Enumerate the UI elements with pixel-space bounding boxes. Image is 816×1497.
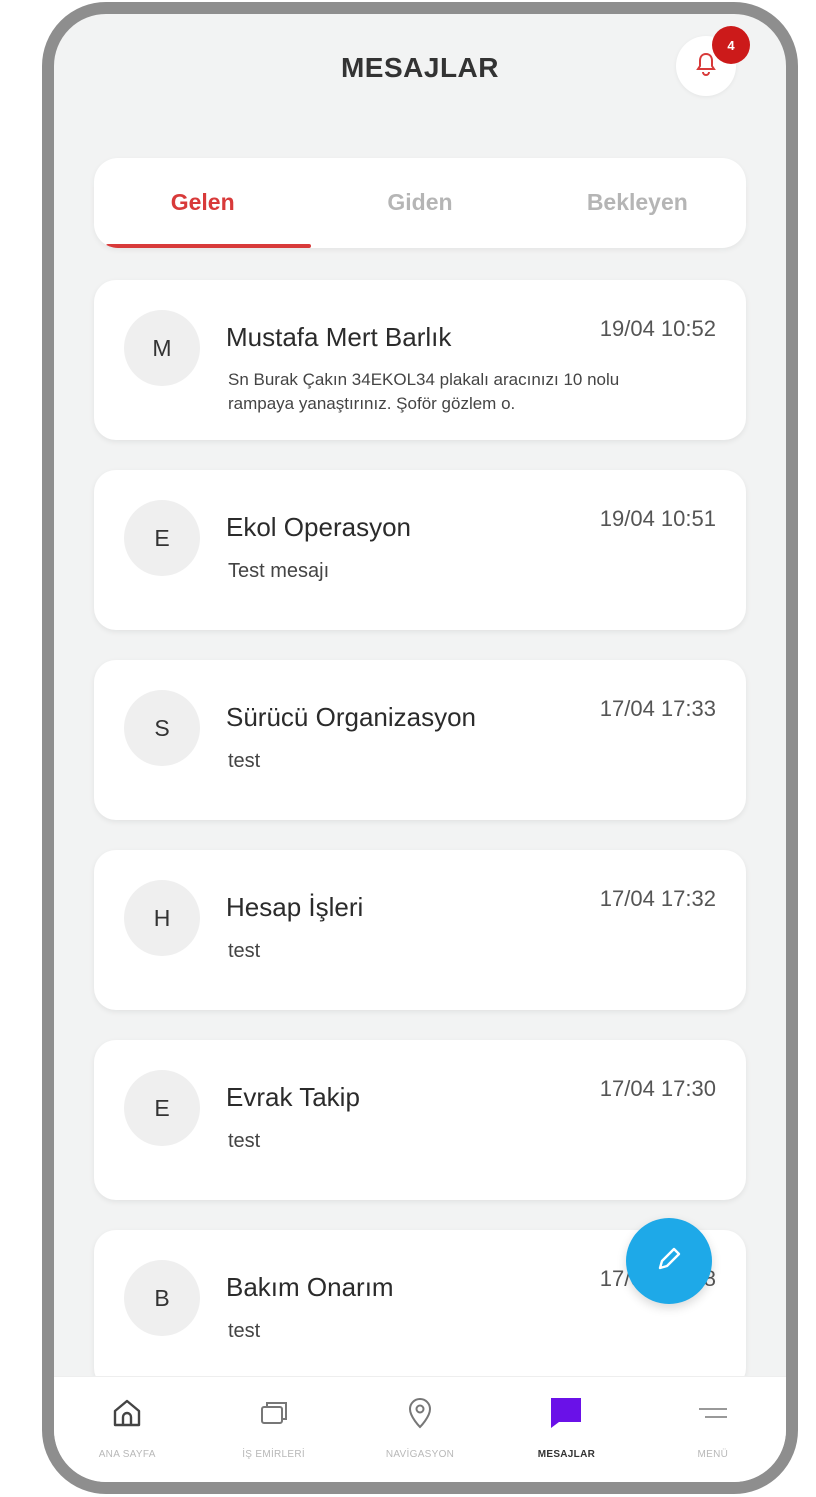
home-icon [107, 1393, 147, 1433]
tab-bekleyen[interactable]: Bekleyen [529, 158, 746, 248]
nav-label: MENÜ [697, 1449, 729, 1460]
stack-icon [254, 1393, 294, 1433]
avatar: E [124, 1070, 200, 1146]
message-preview: test [228, 1320, 261, 1342]
message-time: 17/04 17:30 [599, 1076, 716, 1101]
nav-label: NAVİGASYON [385, 1449, 455, 1460]
sender-name: Sürücü Organizasyon [226, 702, 477, 732]
message-card[interactable]: S Sürücü Organizasyon 17/04 17:33 test [94, 660, 746, 820]
nav-item-navigation[interactable]: NAVİGASYON [347, 1377, 493, 1482]
sender-name: Hesap İşleri [226, 892, 364, 922]
message-preview: Sn Burak Çakın 34EKOL34 plakalı aracınız… [228, 370, 620, 413]
message-preview: test [228, 1130, 261, 1152]
pencil-icon [654, 1244, 684, 1279]
message-time: 17/04 17:33 [599, 696, 716, 721]
nav-item-home[interactable]: ANA SAYFA [54, 1377, 200, 1482]
avatar: M [124, 310, 200, 386]
sender-name: Ekol Operasyon [226, 512, 411, 542]
compose-button[interactable] [626, 1218, 712, 1304]
nav-item-work-orders[interactable]: İŞ EMİRLERİ [200, 1377, 346, 1482]
sender-name: Evrak Takip [226, 1082, 360, 1112]
nav-item-messages[interactable]: MESAJLAR [493, 1377, 639, 1482]
message-tabs: Gelen Giden Bekleyen [94, 158, 746, 248]
bell-icon [695, 52, 717, 81]
bottom-navigation: ANA SAYFA İŞ EMİRLERİ NAVİGASYON MESAJLA… [54, 1376, 786, 1482]
avatar: H [124, 880, 200, 956]
location-pin-icon [400, 1393, 440, 1433]
message-card[interactable]: E Ekol Operasyon 19/04 10:51 Test mesajı [94, 470, 746, 630]
avatar: B [124, 1260, 200, 1336]
message-card[interactable]: H Hesap İşleri 17/04 17:32 test [94, 850, 746, 1010]
message-card[interactable]: M Mustafa Mert Barlık 19/04 10:52 Sn Bur… [94, 280, 746, 440]
tab-gelen[interactable]: Gelen [94, 158, 312, 248]
nav-label: ANA SAYFA [98, 1449, 156, 1460]
sender-name: Mustafa Mert Barlık [226, 322, 452, 352]
avatar: S [124, 690, 200, 766]
avatar: E [124, 500, 200, 576]
menu-icon [693, 1393, 733, 1433]
message-time: 19/04 10:52 [599, 316, 716, 341]
message-time: 17/04 17:32 [599, 886, 716, 911]
message-preview: Test mesajı [228, 560, 330, 582]
phone-frame: MESAJLAR 4 Gelen Giden Bekleyen M Mustaf… [42, 2, 798, 1494]
message-card[interactable]: E Evrak Takip 17/04 17:30 test [94, 1040, 746, 1200]
chat-bubble-icon [546, 1393, 586, 1433]
messages-screen: MESAJLAR 4 Gelen Giden Bekleyen M Mustaf… [54, 14, 786, 1482]
message-preview: test [228, 940, 261, 962]
message-preview: test [228, 750, 261, 772]
nav-label: İŞ EMİRLERİ [242, 1449, 305, 1460]
message-time: 19/04 10:51 [599, 506, 716, 531]
tab-giden[interactable]: Giden [311, 158, 528, 248]
sender-name: Bakım Onarım [226, 1272, 394, 1302]
nav-label: MESAJLAR [537, 1449, 596, 1460]
nav-item-menu[interactable]: MENÜ [640, 1377, 786, 1482]
notification-badge: 4 [712, 26, 750, 64]
